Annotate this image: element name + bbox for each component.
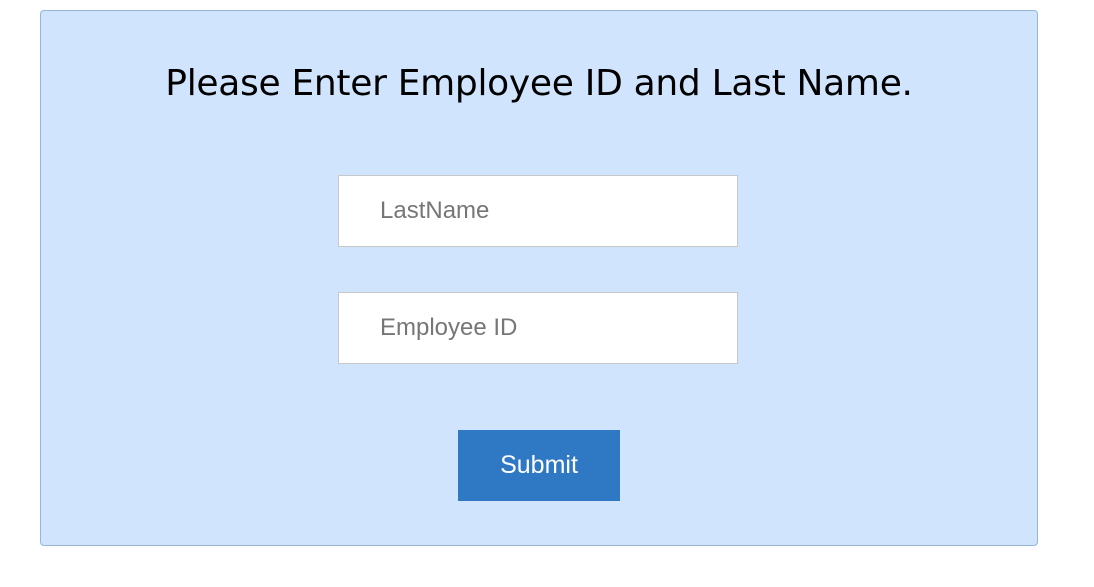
last-name-input[interactable] — [338, 175, 738, 247]
login-form-card: Please Enter Employee ID and Last Name. … — [40, 10, 1038, 546]
employee-id-input[interactable] — [338, 292, 738, 364]
submit-button[interactable]: Submit — [458, 430, 620, 501]
form-title: Please Enter Employee ID and Last Name. — [165, 63, 913, 104]
